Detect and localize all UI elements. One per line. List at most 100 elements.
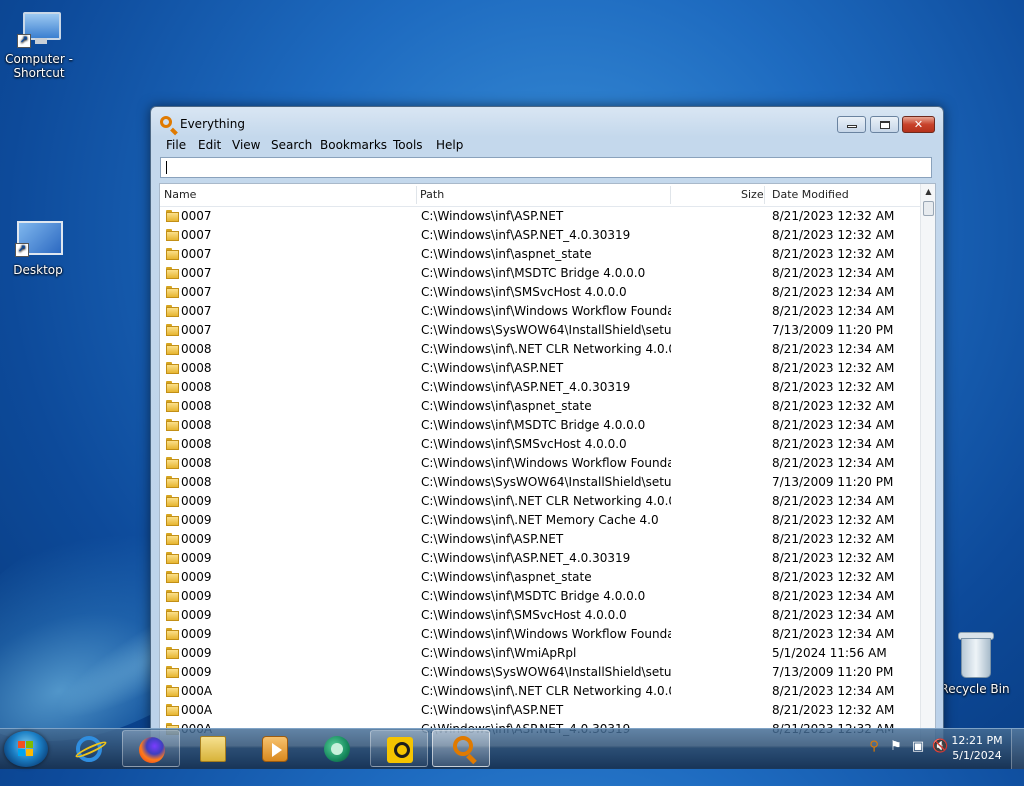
clock-date: 5/1/2024 (952, 749, 1002, 762)
cell-path: C:\Windows\SysWOW64\InstallShield\setupd… (421, 475, 671, 489)
start-button[interactable] (4, 731, 48, 767)
table-row[interactable]: 0009 C:\Windows\inf\MSDTC Bridge 4.0.0.0 8… (160, 587, 920, 606)
column-path[interactable]: Path (416, 184, 672, 206)
window-title: Everything (180, 117, 245, 131)
cell-name: 0009 (181, 608, 212, 622)
table-row[interactable]: 0008 C:\Windows\inf\SMSvcHost 4.0.0.0 8/21… (160, 435, 920, 454)
action-center-flag-icon[interactable]: ⚑ (888, 739, 904, 755)
taskbar-everything[interactable] (432, 730, 490, 767)
table-row[interactable]: 0009 C:\Windows\inf\.NET Memory Cache 4.0… (160, 511, 920, 530)
table-row[interactable]: 0007 C:\Windows\SysWOW64\InstallShield\se… (160, 321, 920, 340)
taskbar-green-app[interactable] (308, 730, 366, 767)
window-titlebar[interactable]: Everything ✕ (151, 107, 943, 137)
taskbar-yellow-app[interactable] (370, 730, 428, 767)
taskbar-internet-explorer[interactable] (60, 730, 118, 767)
menu-tools[interactable]: Tools (392, 137, 424, 154)
cell-path: C:\Windows\inf\Windows Workflow Foundat.… (421, 627, 671, 641)
table-row[interactable]: 0007 C:\Windows\inf\ASP.NET 8/21/2023 12:3… (160, 207, 920, 226)
cell-name: 0008 (181, 380, 212, 394)
maximize-button[interactable] (870, 116, 899, 133)
recycle-bin-icon (957, 632, 994, 678)
cell-name: 0009 (181, 589, 212, 603)
menu-search[interactable]: Search (270, 137, 313, 154)
table-row[interactable]: 0008 C:\Windows\inf\ASP.NET 8/21/2023 12:3… (160, 359, 920, 378)
cell-path: C:\Windows\SysWOW64\InstallShield\setupd… (421, 665, 671, 679)
table-row[interactable]: 0009 C:\Windows\inf\ASP.NET 8/21/2023 12:3… (160, 530, 920, 549)
cell-path: C:\Windows\inf\WmiApRpl (421, 646, 577, 660)
desktop-icon-computer[interactable]: ↗ Computer - Shortcut (1, 10, 77, 80)
cell-date-modified: 7/13/2009 11:20 PM (772, 665, 894, 679)
menu-file[interactable]: File (165, 137, 187, 154)
cell-path: C:\Windows\inf\MSDTC Bridge 4.0.0.0 (421, 266, 646, 280)
cell-path: C:\Windows\inf\MSDTC Bridge 4.0.0.0 (421, 589, 646, 603)
table-row[interactable]: 0008 C:\Windows\inf\Windows Workflow Foun… (160, 454, 920, 473)
cell-name: 000A (181, 684, 213, 698)
cell-path: C:\Windows\SysWOW64\InstallShield\setupd… (421, 323, 671, 337)
minimize-button[interactable] (837, 116, 866, 133)
table-row[interactable]: 0008 C:\Windows\inf\ASP.NET_4.0.30319 8/21… (160, 378, 920, 397)
table-row[interactable]: 0009 C:\Windows\SysWOW64\InstallShield\se… (160, 663, 920, 682)
menu-view[interactable]: View (231, 137, 261, 154)
menu-bookmarks[interactable]: Bookmarks (319, 137, 388, 154)
table-row[interactable]: 0008 C:\Windows\SysWOW64\InstallShield\se… (160, 473, 920, 492)
show-desktop-button[interactable] (1011, 729, 1024, 769)
cell-name: 0009 (181, 570, 212, 584)
everything-tray-icon[interactable]: ⚲ (866, 739, 882, 755)
table-row[interactable]: 0008 C:\Windows\inf\MSDTC Bridge 4.0.0.0 8… (160, 416, 920, 435)
scroll-thumb[interactable] (923, 201, 934, 216)
folder-icon (166, 381, 179, 393)
folder-icon (166, 248, 179, 260)
table-row[interactable]: 0007 C:\Windows\inf\ASP.NET_4.0.30319 8/21… (160, 226, 920, 245)
desktop-icon-desktop[interactable]: ↗ Desktop (0, 219, 76, 277)
table-row[interactable]: 0009 C:\Windows\inf\aspnet_state 8/21/2023… (160, 568, 920, 587)
cell-path: C:\Windows\inf\SMSvcHost 4.0.0.0 (421, 608, 627, 622)
folder-icon (166, 457, 179, 469)
cell-date-modified: 8/21/2023 12:32 AM (772, 513, 895, 527)
cell-name: 0009 (181, 551, 212, 565)
scroll-up-arrow-icon[interactable]: ▲ (921, 184, 935, 199)
taskbar-media-player[interactable] (246, 730, 304, 767)
cell-date-modified: 8/21/2023 12:32 AM (772, 247, 895, 261)
folder-icon (166, 229, 179, 241)
cell-name: 0008 (181, 475, 212, 489)
cell-path: C:\Windows\inf\ASP.NET (421, 532, 564, 546)
cell-date-modified: 8/21/2023 12:32 AM (772, 209, 895, 223)
menu-help[interactable]: Help (435, 137, 464, 154)
cell-date-modified: 8/21/2023 12:32 AM (772, 570, 895, 584)
table-row[interactable]: 0009 C:\Windows\inf\SMSvcHost 4.0.0.0 8/21… (160, 606, 920, 625)
column-divider[interactable] (764, 186, 765, 204)
column-divider[interactable] (670, 186, 671, 204)
folder-icon (166, 609, 179, 621)
table-row[interactable]: 0007 C:\Windows\inf\Windows Workflow Foun… (160, 302, 920, 321)
table-row[interactable]: 0007 C:\Windows\inf\MSDTC Bridge 4.0.0.0 8… (160, 264, 920, 283)
cell-name: 0008 (181, 418, 212, 432)
table-row[interactable]: 0009 C:\Windows\inf\ASP.NET_4.0.30319 8/21… (160, 549, 920, 568)
table-row[interactable]: 000A C:\Windows\inf\.NET CLR Networking 4… (160, 682, 920, 701)
cell-path: C:\Windows\inf\.NET Memory Cache 4.0 (421, 513, 659, 527)
vertical-scrollbar[interactable]: ▲ (920, 184, 935, 746)
network-icon[interactable]: ▣ (910, 739, 926, 755)
clock[interactable]: 12:21 PM 5/1/2024 (946, 733, 1008, 763)
folder-icon (166, 210, 179, 222)
desktop-icon-recycle-bin[interactable]: Recycle Bin (937, 632, 1013, 696)
column-date-modified[interactable]: Date Modified (768, 184, 918, 206)
table-row[interactable]: 0007 C:\Windows\inf\SMSvcHost 4.0.0.0 8/21… (160, 283, 920, 302)
folder-icon (166, 476, 179, 488)
close-button[interactable]: ✕ (902, 116, 935, 133)
menu-edit[interactable]: Edit (197, 137, 222, 154)
cell-date-modified: 8/21/2023 12:34 AM (772, 589, 895, 603)
taskbar-windows-explorer[interactable] (184, 730, 242, 767)
column-size[interactable]: Size (737, 184, 767, 206)
cell-path: C:\Windows\inf\ASP.NET (421, 703, 564, 717)
search-input[interactable] (160, 157, 932, 178)
taskbar-firefox[interactable] (122, 730, 180, 767)
table-row[interactable]: 0008 C:\Windows\inf\.NET CLR Networking 4… (160, 340, 920, 359)
table-row[interactable]: 000A C:\Windows\inf\ASP.NET 8/21/2023 12:3… (160, 701, 920, 720)
cell-name: 0009 (181, 646, 212, 660)
table-row[interactable]: 0007 C:\Windows\inf\aspnet_state 8/21/2023… (160, 245, 920, 264)
table-row[interactable]: 0008 C:\Windows\inf\aspnet_state 8/21/2023… (160, 397, 920, 416)
table-row[interactable]: 0009 C:\Windows\inf\WmiApRpl 5/1/2024 11:5… (160, 644, 920, 663)
table-row[interactable]: 0009 C:\Windows\inf\Windows Workflow Foun… (160, 625, 920, 644)
column-name[interactable]: Name (160, 184, 416, 206)
table-row[interactable]: 0009 C:\Windows\inf\.NET CLR Networking 4… (160, 492, 920, 511)
